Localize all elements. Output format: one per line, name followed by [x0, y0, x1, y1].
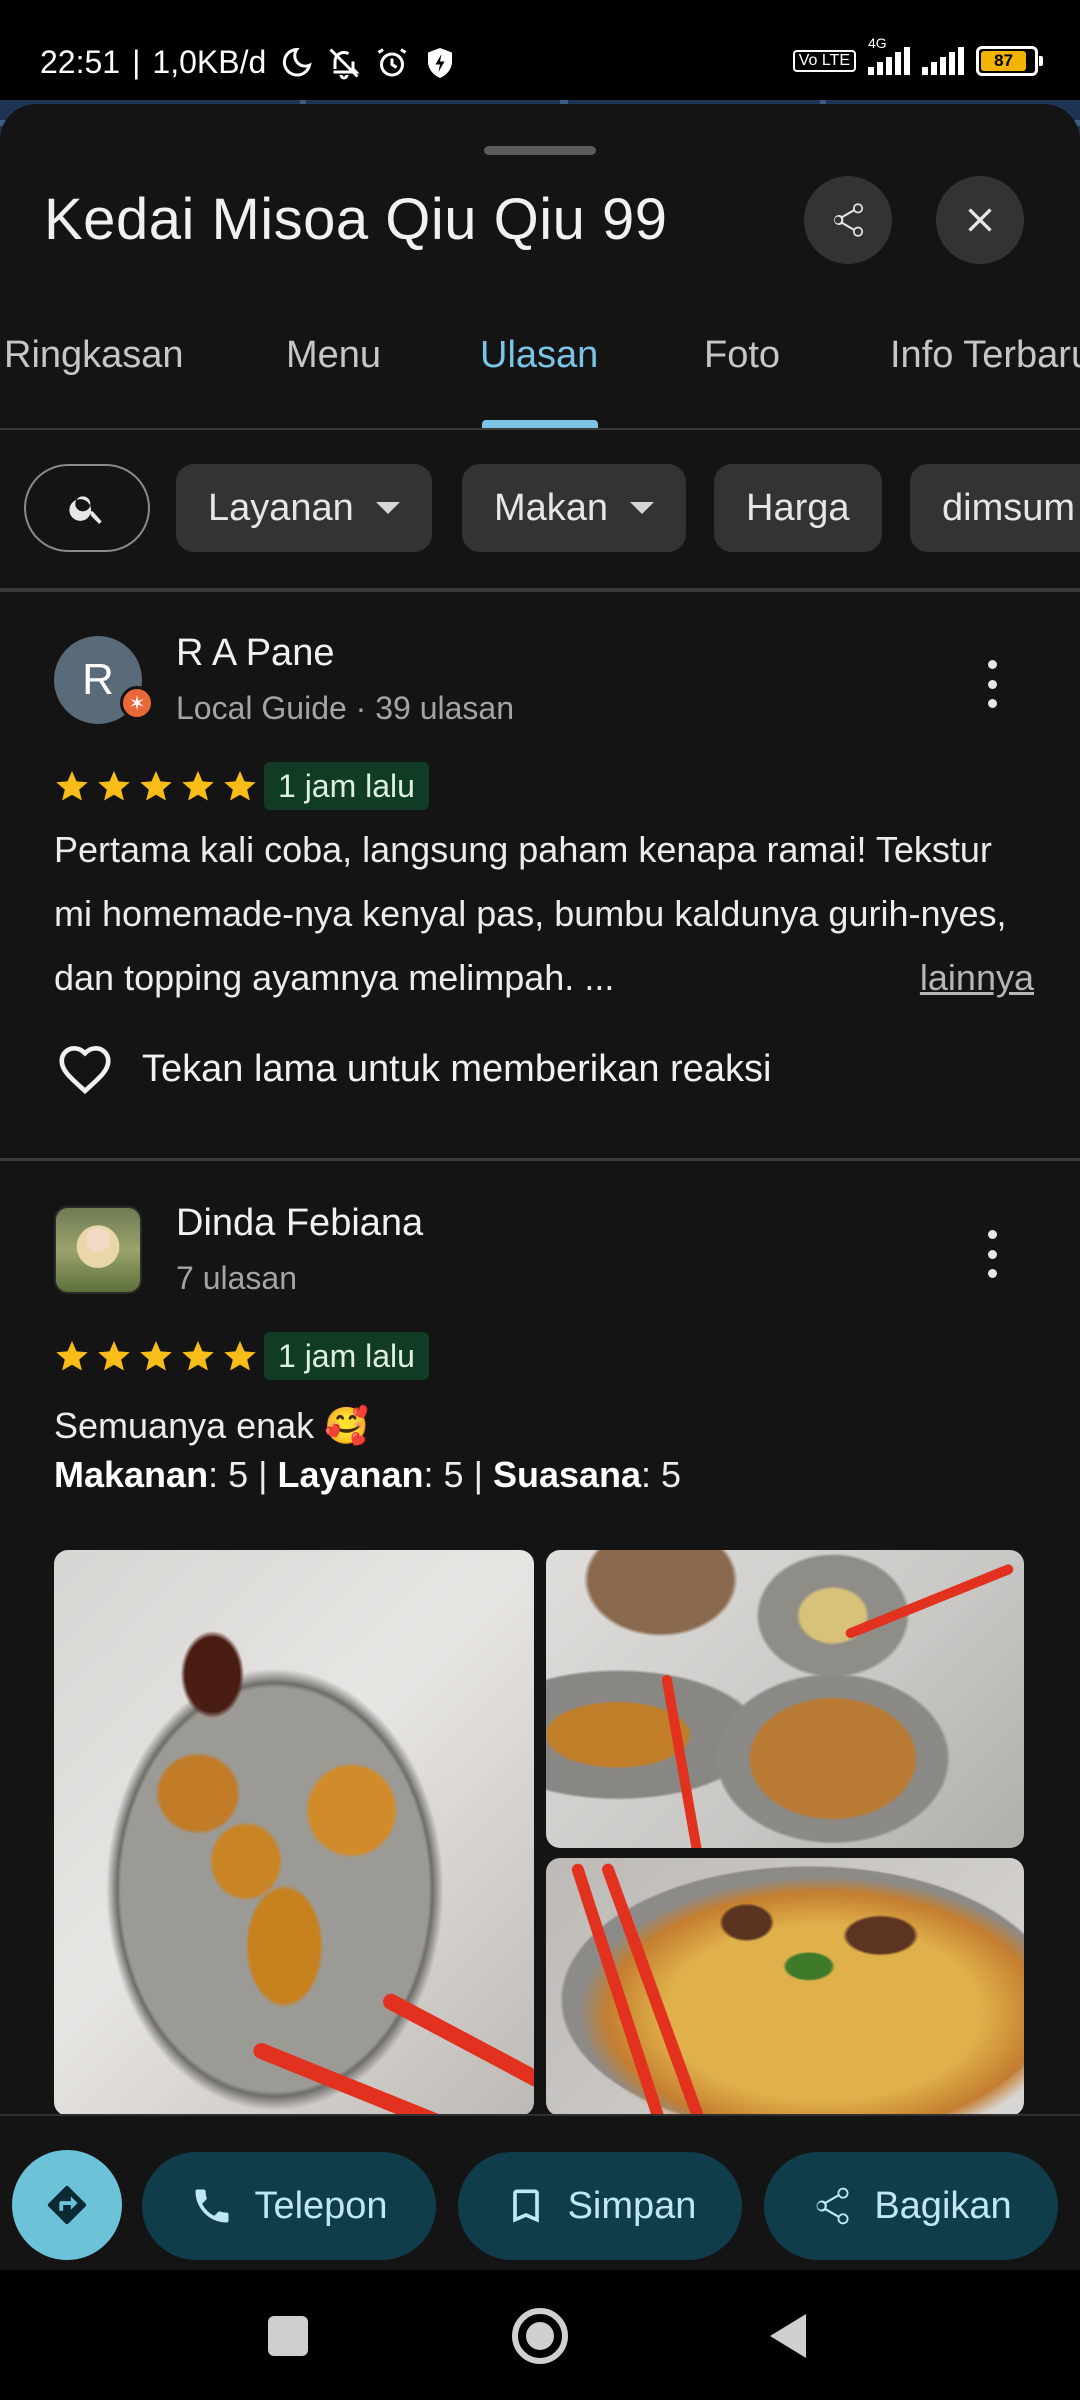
status-time: 22:51 [40, 44, 121, 80]
signal-icon-2 [922, 47, 964, 75]
place-title: Kedai Misoa Qiu Qiu 99 [44, 187, 668, 252]
review-photo[interactable] [54, 1550, 534, 2116]
dropdown-caret-icon [630, 502, 655, 514]
star-icon [182, 771, 214, 801]
filter-chip-harga[interactable]: Harga [714, 464, 882, 552]
score-label: Makanan [54, 1454, 209, 1495]
share-icon [816, 2187, 849, 2225]
score-label: Layanan [277, 1454, 424, 1495]
shield-icon [428, 47, 453, 78]
reviewer-meta: Local Guide · 39 ulasan [176, 690, 514, 726]
share-place-button[interactable]: Bagikan [764, 2152, 1058, 2260]
review-divider [0, 1158, 1080, 1161]
star-icon [56, 771, 88, 801]
filter-chip-makan[interactable]: Makan [462, 464, 687, 552]
heart-icon [59, 1046, 111, 1095]
signal-icon: 4G [868, 35, 910, 75]
search-icon [69, 496, 102, 524]
battery-icon: 87 [976, 46, 1043, 76]
place-sheet: Kedai Misoa Qiu Qiu 99 Ringkasan Menu Ul… [0, 104, 1080, 2274]
avatar[interactable] [54, 1206, 142, 1294]
score-value: 5 [443, 1454, 464, 1495]
moon-icon [283, 47, 312, 76]
review-time-badge: 1 jam lalu [264, 1332, 429, 1380]
review-more-options-button[interactable] [980, 654, 1004, 714]
score-label: Suasana [492, 1454, 642, 1495]
search-reviews-button[interactable] [24, 464, 150, 552]
star-icon [182, 1341, 214, 1371]
directions-button[interactable] [12, 2150, 122, 2260]
tab-bar: Ringkasan Menu Ulasan Foto Info Terbaru [0, 304, 1080, 430]
filter-chips: Layanan Makan Harga dimsum [0, 430, 1080, 592]
system-nav-bar [0, 2270, 1080, 2400]
local-guide-badge-icon: ✶ [120, 686, 154, 720]
status-bar: 22:51 | 1,0KB/d Vo LTE 4G 87 [0, 0, 1080, 100]
tab-ulasan[interactable]: Ulasan [480, 334, 598, 377]
star-icon [98, 771, 130, 801]
close-icon [968, 208, 992, 232]
score-value: 5 [661, 1454, 682, 1495]
review-scores: Makanan: 5 | Layanan: 5 | Suasana: 5 [54, 1454, 682, 1495]
tab-menu[interactable]: Menu [286, 334, 381, 377]
phone-icon [195, 2189, 229, 2223]
read-more-link[interactable]: lainnya [920, 946, 1034, 1010]
alarm-icon [377, 47, 407, 76]
reviewer-name[interactable]: R A Pane [176, 632, 334, 675]
active-tab-indicator [482, 420, 598, 428]
drag-handle[interactable] [484, 146, 596, 155]
reaction-button[interactable]: Tekan lama untuk memberikan reaksi [54, 1038, 771, 1100]
reviewer-meta: 7 ulasan [176, 1260, 297, 1296]
network-speed: 1,0KB/d [152, 44, 267, 80]
filter-chip-dimsum[interactable]: dimsum [910, 464, 1080, 552]
action-bar: Telepon Simpan Bagikan [0, 2114, 1080, 2270]
reaction-label: Tekan lama untuk memberikan reaksi [142, 1047, 772, 1090]
review-text[interactable]: Pertama kali coba, langsung paham kenapa… [54, 818, 1034, 1018]
directions-icon [47, 2185, 87, 2225]
review-text[interactable]: Semuanya enak 🥰 [54, 1394, 1034, 1458]
share-button[interactable] [804, 176, 892, 264]
filter-chip-layanan[interactable]: Layanan [176, 464, 432, 552]
review-photo[interactable] [546, 1858, 1024, 2116]
call-button[interactable]: Telepon [142, 2152, 436, 2260]
review-more-options-button[interactable] [980, 1224, 1004, 1284]
tab-ringkasan[interactable]: Ringkasan [4, 334, 184, 377]
star-icon [224, 1341, 256, 1371]
review-time-badge: 1 jam lalu [264, 762, 429, 810]
star-icon [140, 1341, 172, 1371]
save-button[interactable]: Simpan [458, 2152, 742, 2260]
bell-off-icon [329, 47, 360, 79]
reviewer-name[interactable]: Dinda Febiana [176, 1202, 423, 1245]
star-icon [224, 771, 256, 801]
score-value: 5 [228, 1454, 249, 1495]
star-rating [54, 768, 258, 804]
share-icon [834, 203, 864, 237]
star-icon [98, 1341, 130, 1371]
tab-info-terbaru[interactable]: Info Terbaru [890, 334, 1080, 377]
star-icon [140, 771, 172, 801]
home-button[interactable] [512, 2308, 568, 2364]
back-button[interactable] [770, 2314, 806, 2358]
dropdown-caret-icon [375, 502, 400, 514]
recents-button[interactable] [268, 2316, 308, 2356]
star-rating [54, 1338, 258, 1374]
review-photo[interactable] [546, 1550, 1024, 1848]
close-button[interactable] [936, 176, 1024, 264]
bookmark-icon [512, 2189, 539, 2223]
star-icon [56, 1341, 88, 1371]
volte-indicator: Vo LTE [792, 50, 856, 72]
tab-foto[interactable]: Foto [704, 334, 780, 377]
